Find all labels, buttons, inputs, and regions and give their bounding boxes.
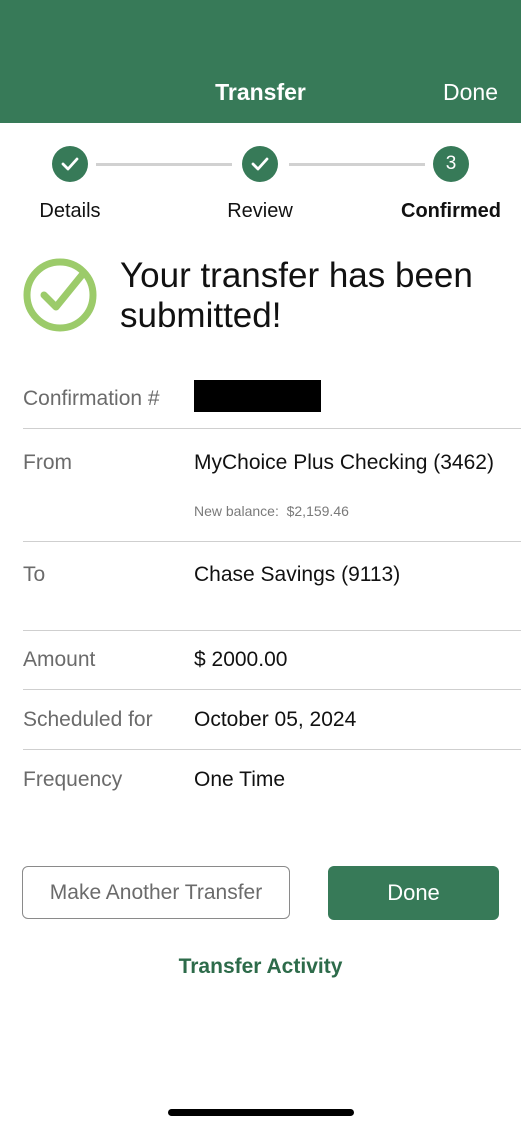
new-balance: New balance: $2,159.46: [194, 502, 349, 520]
step-confirmed-indicator: 3: [433, 146, 469, 182]
new-balance-value: $2,159.46: [286, 503, 349, 519]
to-label: To: [23, 563, 46, 586]
check-icon: [251, 157, 269, 171]
divider: [23, 630, 521, 631]
divider: [23, 428, 521, 429]
check-icon: [61, 157, 79, 171]
app-header: Transfer Done: [0, 0, 521, 123]
step-details-indicator: [52, 146, 88, 182]
frequency-value: One Time: [194, 768, 286, 791]
confirmation-number-redacted: [194, 380, 321, 412]
step-connector: [96, 163, 232, 166]
to-account: Chase Savings (9113): [194, 563, 401, 586]
success-check-icon: [23, 258, 97, 332]
done-button[interactable]: Done: [328, 866, 499, 920]
amount-label: Amount: [23, 648, 96, 671]
transfer-activity-link[interactable]: Transfer Activity: [0, 954, 521, 980]
scheduled-date: October 05, 2024: [194, 708, 357, 731]
amount-value: $ 2000.00: [194, 648, 288, 671]
success-message: Your transfer has been submitted!: [120, 256, 473, 335]
confirmation-label: Confirmation #: [23, 387, 160, 410]
step-review-indicator: [242, 146, 278, 182]
from-account: MyChoice Plus Checking (3462): [194, 451, 494, 474]
home-indicator[interactable]: [168, 1109, 354, 1116]
from-label: From: [23, 451, 72, 474]
new-balance-label: New balance:: [194, 503, 279, 519]
step-label-confirmed: Confirmed: [401, 200, 501, 222]
scheduled-label: Scheduled for: [23, 708, 153, 731]
divider: [23, 541, 521, 542]
step-label-review: Review: [227, 200, 293, 222]
step-connector: [289, 163, 425, 166]
step-label-details: Details: [39, 200, 101, 222]
frequency-label: Frequency: [23, 768, 123, 791]
header-done-button[interactable]: Done: [443, 78, 498, 106]
divider: [23, 689, 521, 690]
divider: [23, 749, 521, 750]
make-another-transfer-button[interactable]: Make Another Transfer: [22, 866, 290, 919]
